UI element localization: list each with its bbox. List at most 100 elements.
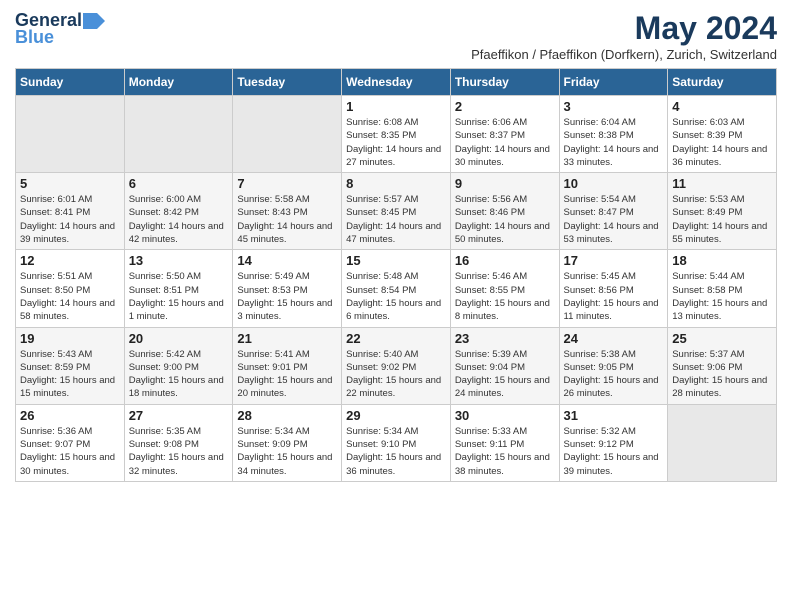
cell-info: Sunrise: 5:42 AMSunset: 9:00 PMDaylight:…	[129, 348, 229, 401]
cell-info: Sunrise: 5:51 AMSunset: 8:50 PMDaylight:…	[20, 270, 120, 323]
calendar-week-row: 26Sunrise: 5:36 AMSunset: 9:07 PMDayligh…	[16, 404, 777, 481]
day-number: 20	[129, 331, 229, 346]
table-row: 24 Sunrise: 5:38 AMSunset: 9:05 PMDayligh…	[559, 327, 668, 404]
cell-info: Sunrise: 5:57 AMSunset: 8:45 PMDaylight:…	[346, 193, 446, 246]
table-row: 21 Sunrise: 5:41 AMSunset: 9:01 PMDayligh…	[233, 327, 342, 404]
day-number: 18	[672, 253, 772, 268]
day-number: 26	[20, 408, 120, 423]
col-thursday: Thursday	[450, 69, 559, 96]
table-row	[124, 96, 233, 173]
day-number: 1	[346, 99, 446, 114]
day-number: 8	[346, 176, 446, 191]
table-row	[233, 96, 342, 173]
table-row: 13Sunrise: 5:50 AMSunset: 8:51 PMDayligh…	[124, 250, 233, 327]
cell-info: Sunrise: 5:54 AMSunset: 8:47 PMDaylight:…	[564, 193, 664, 246]
table-row: 3 Sunrise: 6:04 AMSunset: 8:38 PMDaylight…	[559, 96, 668, 173]
day-number: 15	[346, 253, 446, 268]
cell-info: Sunrise: 5:35 AMSunset: 9:08 PMDaylight:…	[129, 425, 229, 478]
table-row: 11Sunrise: 5:53 AMSunset: 8:49 PMDayligh…	[668, 173, 777, 250]
month-title: May 2024	[471, 10, 777, 47]
cell-info: Sunrise: 5:41 AMSunset: 9:01 PMDaylight:…	[237, 348, 337, 401]
day-number: 11	[672, 176, 772, 191]
calendar-table: Sunday Monday Tuesday Wednesday Thursday…	[15, 68, 777, 482]
table-row: 22 Sunrise: 5:40 AMSunset: 9:02 PMDayligh…	[342, 327, 451, 404]
cell-info: Sunrise: 5:48 AMSunset: 8:54 PMDaylight:…	[346, 270, 446, 323]
table-row: 15 Sunrise: 5:48 AMSunset: 8:54 PMDayligh…	[342, 250, 451, 327]
calendar-week-row: 5 Sunrise: 6:01 AMSunset: 8:41 PMDaylight…	[16, 173, 777, 250]
table-row: 17Sunrise: 5:45 AMSunset: 8:56 PMDayligh…	[559, 250, 668, 327]
day-number: 5	[20, 176, 120, 191]
day-number: 31	[564, 408, 664, 423]
day-number: 7	[237, 176, 337, 191]
day-number: 22	[346, 331, 446, 346]
day-number: 10	[564, 176, 664, 191]
header-row: Sunday Monday Tuesday Wednesday Thursday…	[16, 69, 777, 96]
cell-info: Sunrise: 5:33 AMSunset: 9:11 PMDaylight:…	[455, 425, 555, 478]
calendar-week-row: 1 Sunrise: 6:08 AMSunset: 8:35 PMDaylight…	[16, 96, 777, 173]
day-number: 28	[237, 408, 337, 423]
logo-arrow-icon	[83, 13, 105, 29]
day-number: 23	[455, 331, 555, 346]
cell-info: Sunrise: 5:34 AMSunset: 9:10 PMDaylight:…	[346, 425, 446, 478]
cell-info: Sunrise: 5:39 AMSunset: 9:04 PMDaylight:…	[455, 348, 555, 401]
cell-info: Sunrise: 5:43 AMSunset: 8:59 PMDaylight:…	[20, 348, 120, 401]
day-number: 24	[564, 331, 664, 346]
calendar-container: General Blue May 2024 Pfaeffikon / Pfaef…	[0, 0, 792, 492]
col-monday: Monday	[124, 69, 233, 96]
cell-info: Sunrise: 5:49 AMSunset: 8:53 PMDaylight:…	[237, 270, 337, 323]
day-number: 14	[237, 253, 337, 268]
day-number: 30	[455, 408, 555, 423]
col-tuesday: Tuesday	[233, 69, 342, 96]
cell-info: Sunrise: 6:03 AMSunset: 8:39 PMDaylight:…	[672, 116, 772, 169]
day-number: 21	[237, 331, 337, 346]
cell-info: Sunrise: 5:58 AMSunset: 8:43 PMDaylight:…	[237, 193, 337, 246]
calendar-subtitle: Pfaeffikon / Pfaeffikon (Dorfkern), Zuri…	[471, 47, 777, 62]
day-number: 12	[20, 253, 120, 268]
table-row: 27 Sunrise: 5:35 AMSunset: 9:08 PMDayligh…	[124, 404, 233, 481]
cell-info: Sunrise: 5:44 AMSunset: 8:58 PMDaylight:…	[672, 270, 772, 323]
table-row: 18 Sunrise: 5:44 AMSunset: 8:58 PMDayligh…	[668, 250, 777, 327]
logo: General Blue	[15, 10, 105, 48]
cell-info: Sunrise: 5:32 AMSunset: 9:12 PMDaylight:…	[564, 425, 664, 478]
day-number: 29	[346, 408, 446, 423]
day-number: 6	[129, 176, 229, 191]
table-row: 7 Sunrise: 5:58 AMSunset: 8:43 PMDaylight…	[233, 173, 342, 250]
cell-info: Sunrise: 6:01 AMSunset: 8:41 PMDaylight:…	[20, 193, 120, 246]
table-row	[16, 96, 125, 173]
table-row: 5 Sunrise: 6:01 AMSunset: 8:41 PMDaylight…	[16, 173, 125, 250]
col-wednesday: Wednesday	[342, 69, 451, 96]
table-row: 14 Sunrise: 5:49 AMSunset: 8:53 PMDayligh…	[233, 250, 342, 327]
table-row: 29 Sunrise: 5:34 AMSunset: 9:10 PMDayligh…	[342, 404, 451, 481]
title-section: May 2024 Pfaeffikon / Pfaeffikon (Dorfke…	[471, 10, 777, 62]
col-saturday: Saturday	[668, 69, 777, 96]
calendar-week-row: 19Sunrise: 5:43 AMSunset: 8:59 PMDayligh…	[16, 327, 777, 404]
cell-info: Sunrise: 5:38 AMSunset: 9:05 PMDaylight:…	[564, 348, 664, 401]
table-row: 10 Sunrise: 5:54 AMSunset: 8:47 PMDayligh…	[559, 173, 668, 250]
table-row	[668, 404, 777, 481]
day-number: 13	[129, 253, 229, 268]
table-row: 26Sunrise: 5:36 AMSunset: 9:07 PMDayligh…	[16, 404, 125, 481]
cell-info: Sunrise: 6:00 AMSunset: 8:42 PMDaylight:…	[129, 193, 229, 246]
cell-info: Sunrise: 5:40 AMSunset: 9:02 PMDaylight:…	[346, 348, 446, 401]
table-row: 2 Sunrise: 6:06 AMSunset: 8:37 PMDaylight…	[450, 96, 559, 173]
table-row: 16Sunrise: 5:46 AMSunset: 8:55 PMDayligh…	[450, 250, 559, 327]
cell-info: Sunrise: 5:56 AMSunset: 8:46 PMDaylight:…	[455, 193, 555, 246]
table-row: 6 Sunrise: 6:00 AMSunset: 8:42 PMDaylight…	[124, 173, 233, 250]
table-row: 8 Sunrise: 5:57 AMSunset: 8:45 PMDaylight…	[342, 173, 451, 250]
day-number: 27	[129, 408, 229, 423]
table-row: 31 Sunrise: 5:32 AMSunset: 9:12 PMDayligh…	[559, 404, 668, 481]
cell-info: Sunrise: 6:06 AMSunset: 8:37 PMDaylight:…	[455, 116, 555, 169]
day-number: 16	[455, 253, 555, 268]
table-row: 9Sunrise: 5:56 AMSunset: 8:46 PMDaylight…	[450, 173, 559, 250]
cell-info: Sunrise: 6:04 AMSunset: 8:38 PMDaylight:…	[564, 116, 664, 169]
day-number: 2	[455, 99, 555, 114]
cell-info: Sunrise: 5:45 AMSunset: 8:56 PMDaylight:…	[564, 270, 664, 323]
table-row: 19Sunrise: 5:43 AMSunset: 8:59 PMDayligh…	[16, 327, 125, 404]
calendar-week-row: 12 Sunrise: 5:51 AMSunset: 8:50 PMDayligh…	[16, 250, 777, 327]
cell-info: Sunrise: 6:08 AMSunset: 8:35 PMDaylight:…	[346, 116, 446, 169]
table-row: 12 Sunrise: 5:51 AMSunset: 8:50 PMDayligh…	[16, 250, 125, 327]
table-row: 28Sunrise: 5:34 AMSunset: 9:09 PMDayligh…	[233, 404, 342, 481]
col-friday: Friday	[559, 69, 668, 96]
day-number: 3	[564, 99, 664, 114]
header: General Blue May 2024 Pfaeffikon / Pfaef…	[15, 10, 777, 62]
